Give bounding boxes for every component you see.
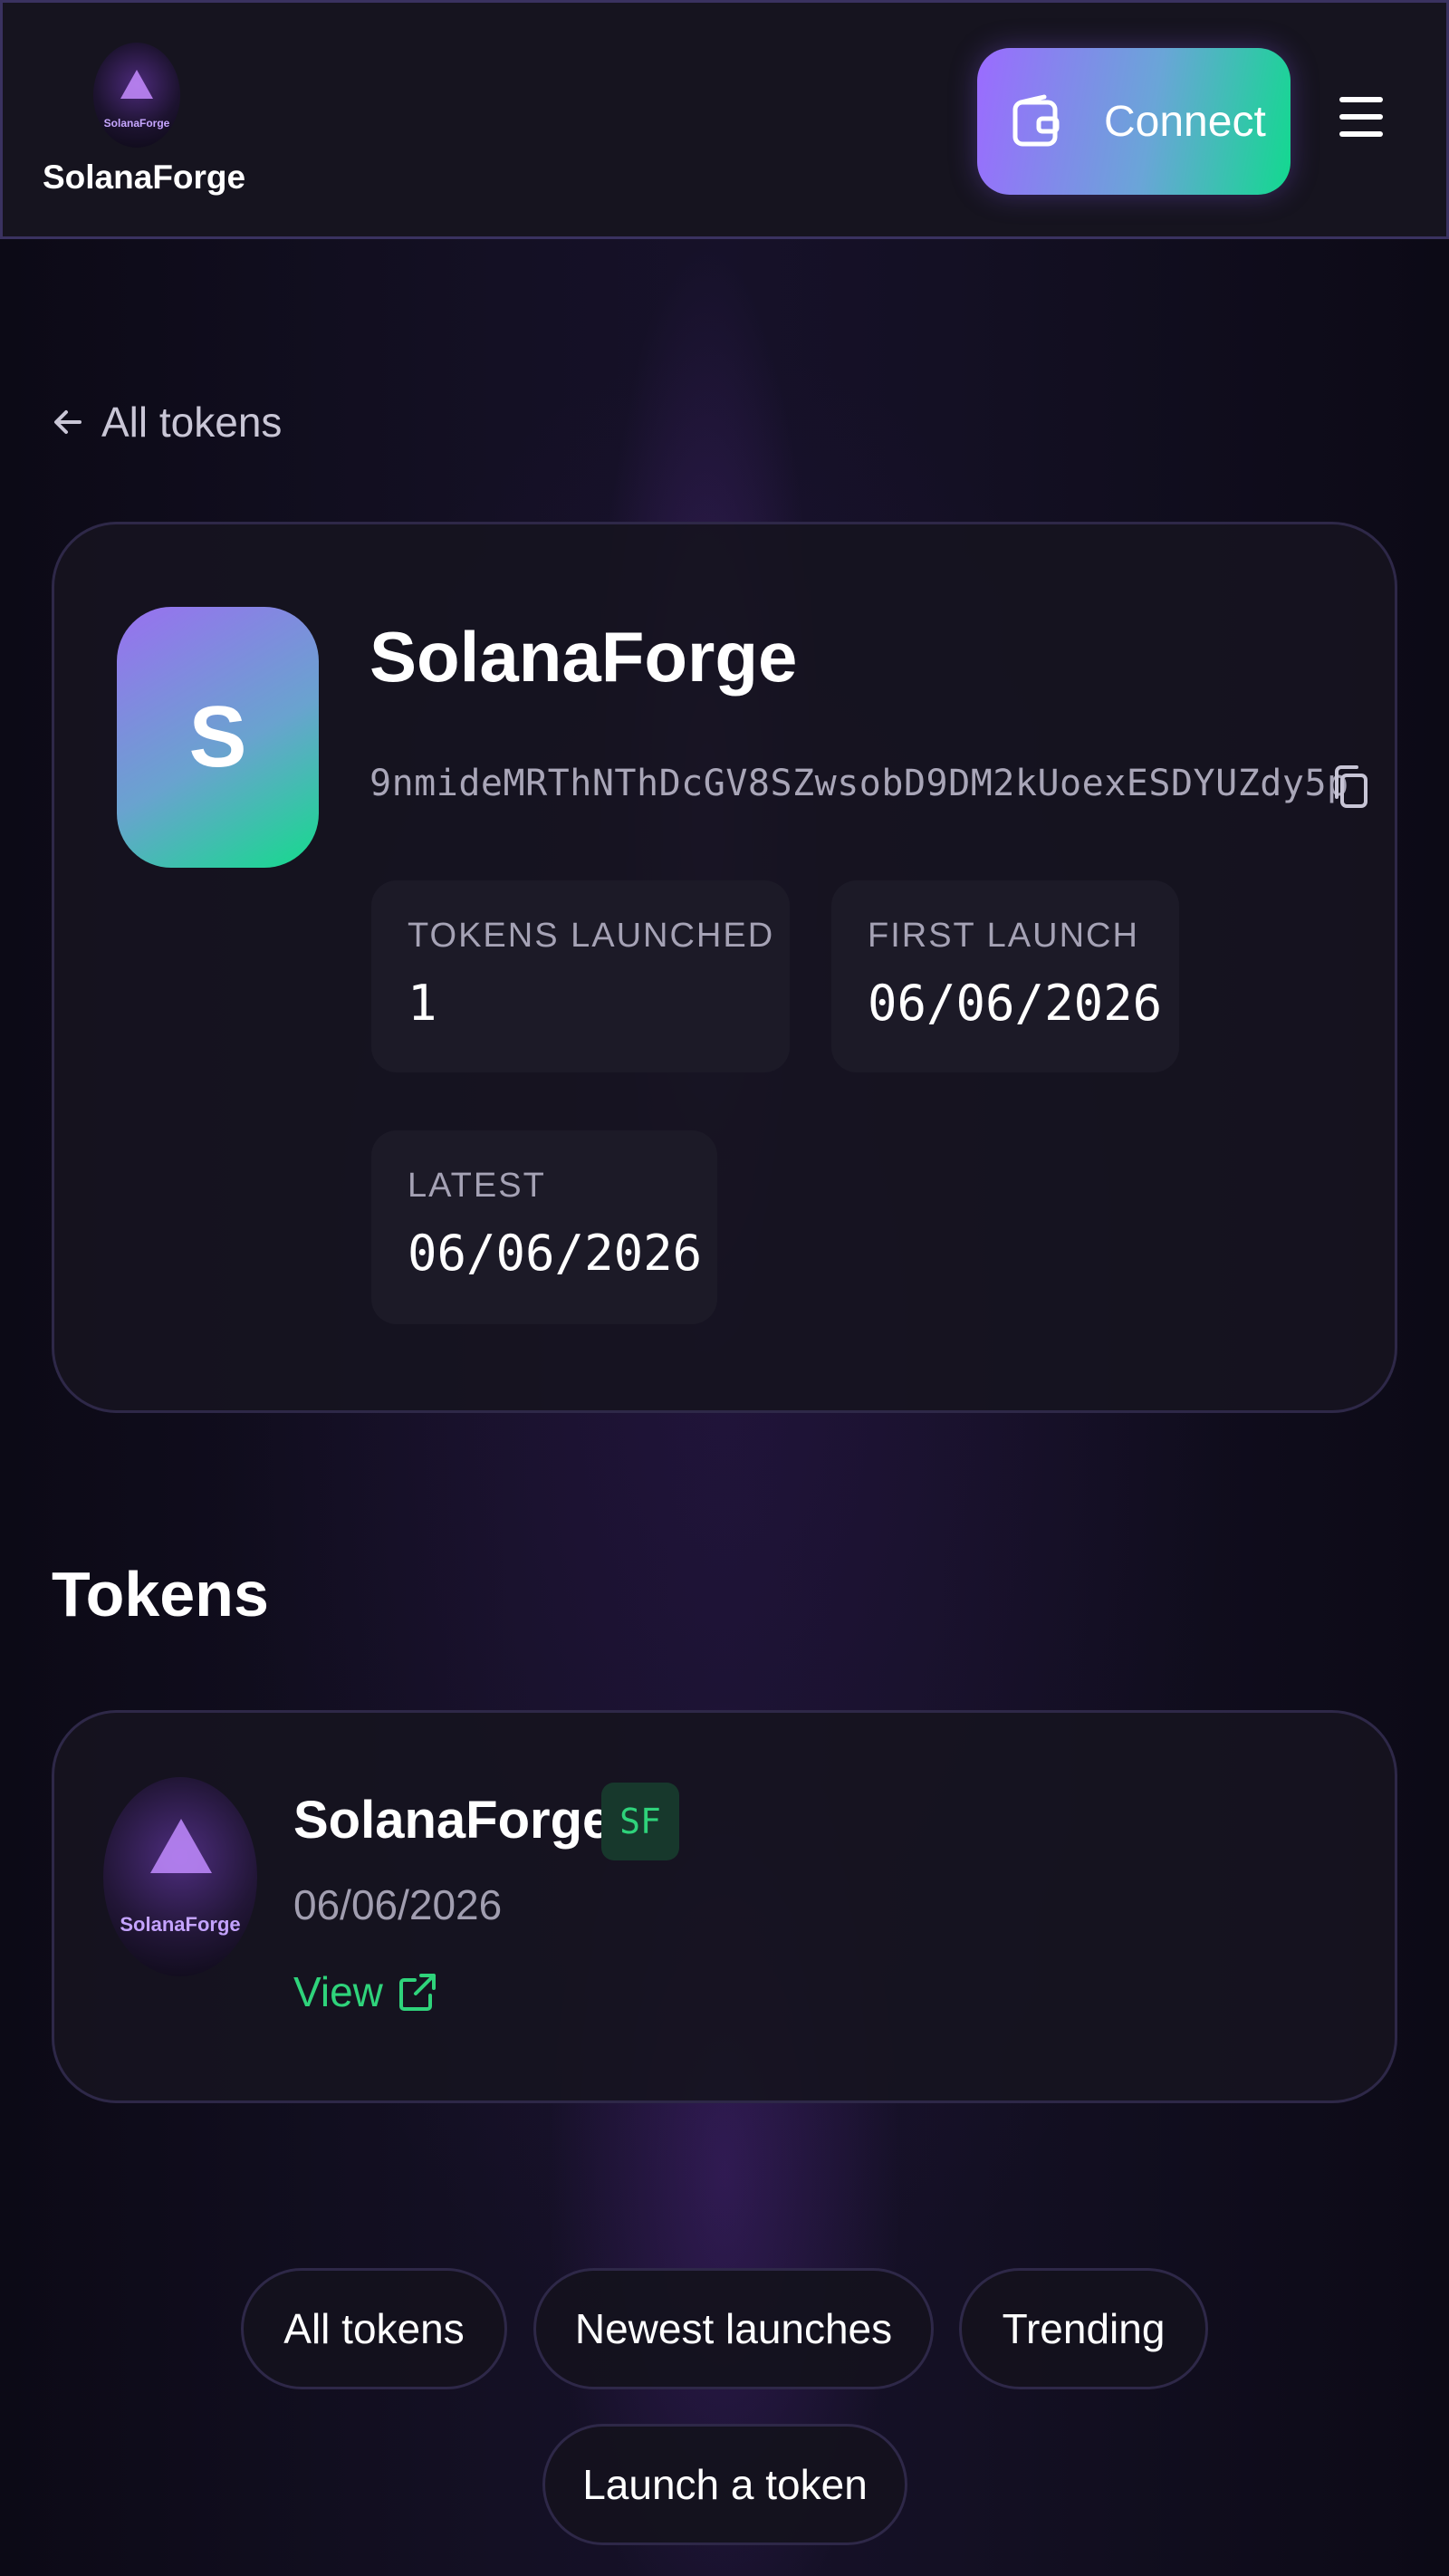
stat-first-launch: FIRST LAUNCH 06/06/2026 (831, 880, 1179, 1072)
footer-all-tokens-button[interactable]: All tokens (241, 2268, 507, 2389)
footer-launch-token-button[interactable]: Launch a token (542, 2424, 907, 2545)
token-name: SolanaForge (293, 1791, 612, 1850)
creator-avatar: S (117, 607, 319, 868)
top-header: SolanaForge SolanaForge Connect (0, 0, 1449, 239)
logo-text: SolanaForge (103, 117, 170, 130)
token-date: 06/06/2026 (293, 1881, 503, 1928)
token-image-text: SolanaForge (120, 1913, 241, 1936)
hamburger-menu-icon[interactable] (1339, 97, 1383, 146)
stat-label: FIRST LAUNCH (868, 917, 1139, 955)
token-image: SolanaForge (103, 1777, 257, 1976)
back-to-all-tokens-link[interactable]: All tokens (53, 395, 282, 449)
stat-latest: LATEST 06/06/2026 (371, 1130, 717, 1324)
view-label: View (293, 1968, 383, 2015)
brand-name[interactable]: SolanaForge (43, 159, 245, 197)
external-link-icon (398, 1974, 436, 2011)
copy-icon[interactable] (1331, 763, 1369, 812)
tokens-section-title: Tokens (52, 1559, 269, 1629)
stat-value: 06/06/2026 (868, 975, 1163, 1032)
stat-tokens-launched: TOKENS LAUNCHED 1 (371, 880, 790, 1072)
creator-name: SolanaForge (369, 617, 798, 697)
stat-value: 1 (408, 975, 437, 1032)
back-link-label: All tokens (101, 399, 283, 446)
footer-newest-launches-button[interactable]: Newest launches (533, 2268, 934, 2389)
logo-triangle-icon (120, 70, 153, 99)
wallet-address: 9nmideMRThNThDcGV8SZwsobD9DM2kUoexESDYUZ… (369, 763, 1349, 804)
token-symbol-badge: SF (601, 1783, 679, 1860)
stat-label: LATEST (408, 1167, 546, 1205)
arrow-left-icon (54, 410, 82, 434)
stat-value: 06/06/2026 (408, 1225, 703, 1282)
wallet-icon (1012, 94, 1060, 147)
brand-logo[interactable]: SolanaForge (93, 43, 180, 148)
token-logo-triangle-icon (150, 1819, 212, 1873)
footer-trending-button[interactable]: Trending (959, 2268, 1208, 2389)
connect-wallet-button[interactable]: Connect (977, 48, 1291, 195)
token-view-link[interactable]: View (293, 1967, 437, 2016)
stat-label: TOKENS LAUNCHED (408, 917, 775, 955)
connect-label: Connect (1104, 98, 1266, 146)
